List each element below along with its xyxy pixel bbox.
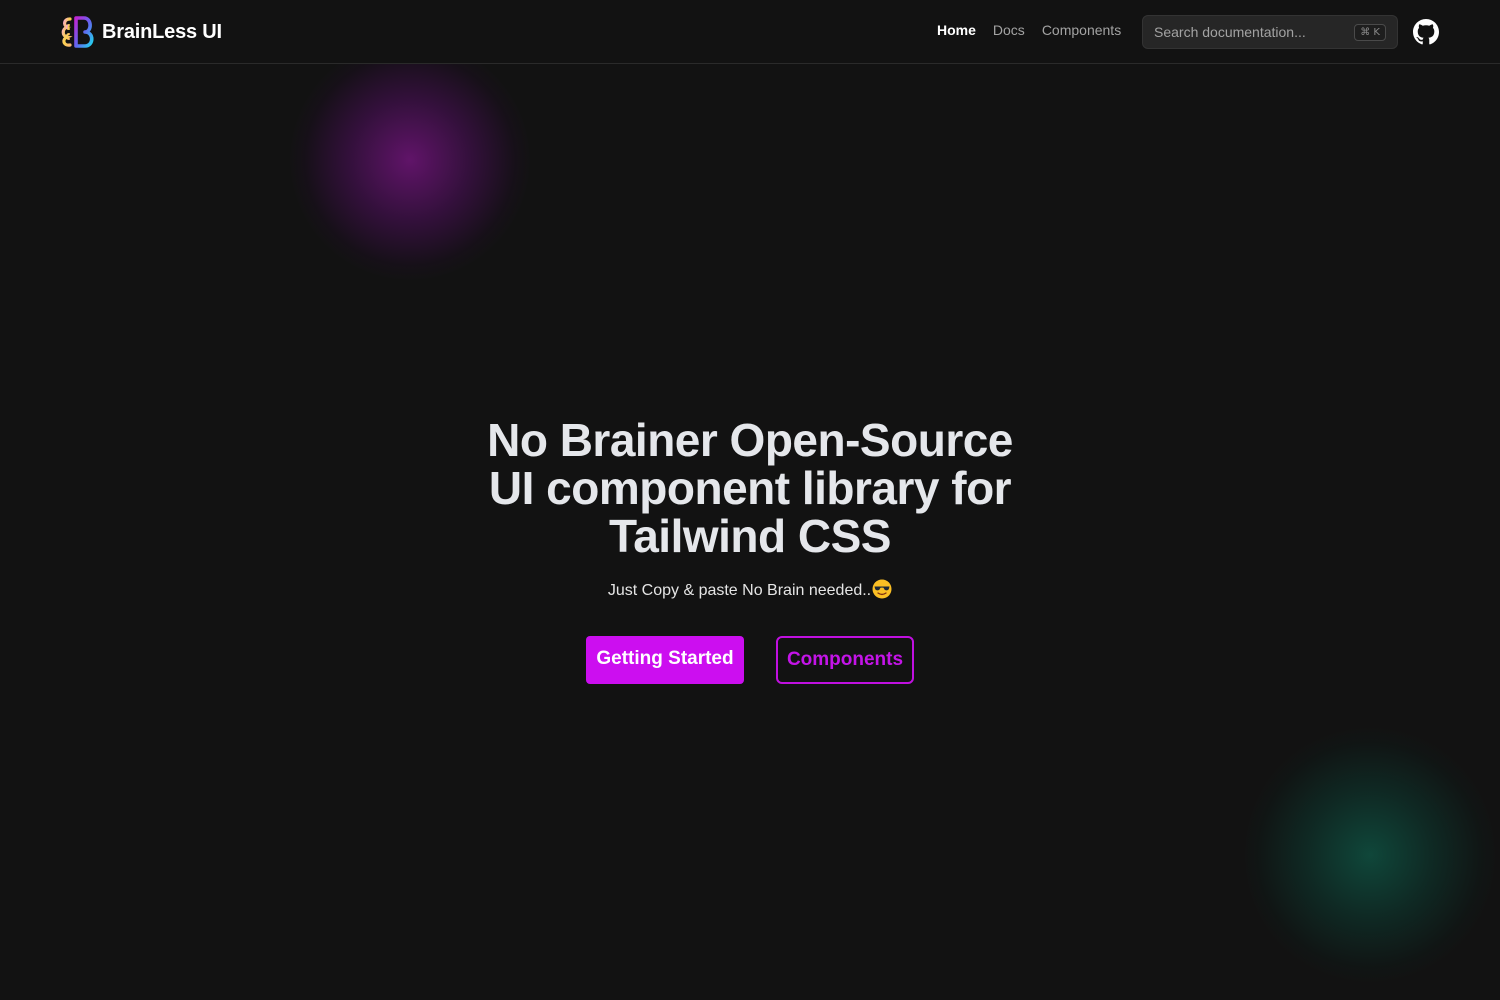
github-icon[interactable] xyxy=(1413,19,1439,45)
keyboard-shortcut-badge: ⌘ K xyxy=(1354,23,1386,41)
brand-name: BrainLess UI xyxy=(102,20,222,43)
hero-subtitle: Just Copy & paste No Brain needed.. xyxy=(0,579,1500,600)
search-placeholder: Search documentation... xyxy=(1154,24,1306,40)
hero-section: No Brainer Open-Source UI component libr… xyxy=(0,416,1500,600)
nav-link-docs[interactable]: Docs xyxy=(993,22,1025,38)
nav-link-components[interactable]: Components xyxy=(1042,22,1121,38)
components-button[interactable]: Components xyxy=(776,636,914,684)
search-input[interactable]: Search documentation... ⌘ K xyxy=(1142,15,1398,49)
getting-started-button[interactable]: Getting Started xyxy=(586,636,744,684)
purple-glow-decoration xyxy=(290,40,530,280)
top-navbar: BrainLess UI Home Docs Components Search… xyxy=(0,0,1500,64)
brainless-logo-icon xyxy=(61,16,94,48)
hero-title: No Brainer Open-Source UI component libr… xyxy=(487,414,1013,562)
brand-link[interactable]: BrainLess UI xyxy=(61,15,222,49)
teal-glow-decoration xyxy=(1245,725,1495,985)
hero-subtitle-text: Just Copy & paste No Brain needed.. xyxy=(607,582,872,599)
page: BrainLess UI Home Docs Components Search… xyxy=(0,0,1500,1000)
nav-link-home[interactable]: Home xyxy=(937,22,976,38)
smiling-face-with-sunglasses-icon xyxy=(872,579,892,599)
main-nav: Home Docs Components xyxy=(937,22,1138,38)
